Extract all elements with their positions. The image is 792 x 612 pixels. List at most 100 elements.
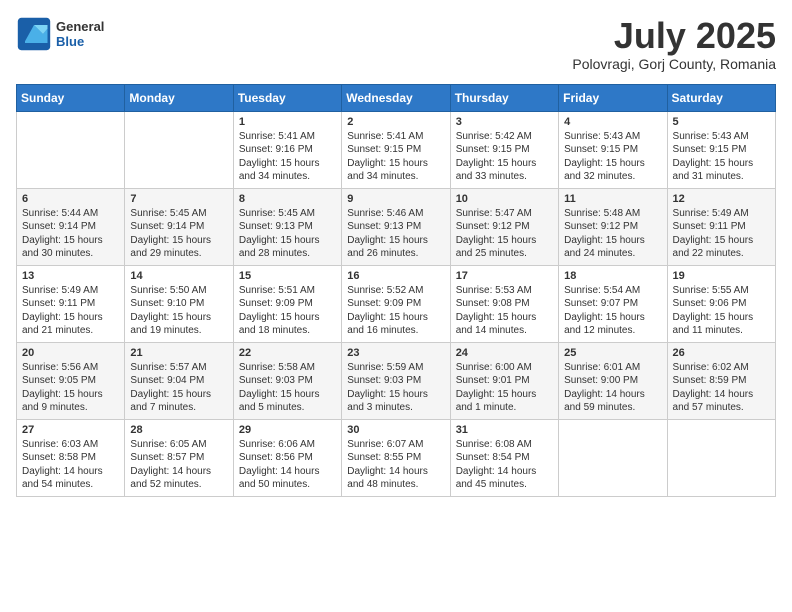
day-info: Sunrise: 6:08 AM Sunset: 8:54 PM Dayligh… <box>456 438 553 492</box>
day-info: Sunrise: 5:43 AM Sunset: 9:15 PM Dayligh… <box>673 130 770 184</box>
day-number: 1 <box>239 116 336 128</box>
calendar-cell: 23Sunrise: 5:59 AM Sunset: 9:03 PM Dayli… <box>342 342 450 419</box>
day-info: Sunrise: 5:54 AM Sunset: 9:07 PM Dayligh… <box>564 284 661 338</box>
day-number: 13 <box>22 270 119 282</box>
calendar-cell: 6 Sunrise: 5:44 AM Sunset: 9:14 PM Daylig… <box>17 188 125 265</box>
day-info: Sunrise: 5:41 AM Sunset: 9:15 PM Dayligh… <box>347 130 444 184</box>
logo-general-text: General <box>56 19 104 34</box>
day-info: Sunrise: 6:03 AM Sunset: 8:58 PM Dayligh… <box>22 438 119 492</box>
day-info: Sunrise: 5:49 AM Sunset: 9:11 PM Dayligh… <box>673 207 770 261</box>
month-year-title: July 2025 <box>572 16 776 56</box>
day-number: 22 <box>239 347 336 359</box>
calendar-cell: 11 Sunrise: 5:48 AM Sunset: 9:12 PM Dayli… <box>559 188 667 265</box>
weekday-header-row: SundayMondayTuesdayWednesdayThursdayFrid… <box>17 84 776 111</box>
day-info: Sunrise: 5:44 AM Sunset: 9:14 PM Dayligh… <box>22 207 119 261</box>
day-number: 14 <box>130 270 227 282</box>
calendar-cell: 21 Sunrise: 5:57 AM Sunset: 9:04 PM Dayli… <box>125 342 233 419</box>
day-info: Sunrise: 5:58 AM Sunset: 9:03 PM Dayligh… <box>239 361 336 415</box>
day-info: Sunrise: 6:05 AM Sunset: 8:57 PM Dayligh… <box>130 438 227 492</box>
day-number: 27 <box>22 424 119 436</box>
day-number: 17 <box>456 270 553 282</box>
calendar-cell: 4 Sunrise: 5:43 AM Sunset: 9:15 PM Daylig… <box>559 111 667 188</box>
day-number: 16 <box>347 270 444 282</box>
logo-text: General Blue <box>56 19 104 49</box>
logo-blue-text: Blue <box>56 34 104 49</box>
day-info: Sunrise: 5:51 AM Sunset: 9:09 PM Dayligh… <box>239 284 336 338</box>
day-info: Sunrise: 6:01 AM Sunset: 9:00 PM Dayligh… <box>564 361 661 415</box>
calendar-week-row: 6 Sunrise: 5:44 AM Sunset: 9:14 PM Daylig… <box>17 188 776 265</box>
day-info: Sunrise: 5:50 AM Sunset: 9:10 PM Dayligh… <box>130 284 227 338</box>
day-info: Sunrise: 5:46 AM Sunset: 9:13 PM Dayligh… <box>347 207 444 261</box>
calendar-cell: 17 Sunrise: 5:53 AM Sunset: 9:08 PM Dayli… <box>450 265 558 342</box>
calendar-cell <box>17 111 125 188</box>
day-info: Sunrise: 5:49 AM Sunset: 9:11 PM Dayligh… <box>22 284 119 338</box>
day-number: 9 <box>347 193 444 205</box>
calendar-cell <box>125 111 233 188</box>
day-number: 26 <box>673 347 770 359</box>
day-info: Sunrise: 6:07 AM Sunset: 8:55 PM Dayligh… <box>347 438 444 492</box>
day-number: 8 <box>239 193 336 205</box>
day-info: Sunrise: 5:48 AM Sunset: 9:12 PM Dayligh… <box>564 207 661 261</box>
logo-icon <box>16 16 52 52</box>
day-info: Sunrise: 5:45 AM Sunset: 9:13 PM Dayligh… <box>239 207 336 261</box>
day-number: 23 <box>347 347 444 359</box>
day-info: Sunrise: 5:56 AM Sunset: 9:05 PM Dayligh… <box>22 361 119 415</box>
calendar-cell: 20 Sunrise: 5:56 AM Sunset: 9:05 PM Dayli… <box>17 342 125 419</box>
day-number: 2 <box>347 116 444 128</box>
calendar-cell: 7 Sunrise: 5:45 AM Sunset: 9:14 PM Daylig… <box>125 188 233 265</box>
calendar-cell <box>559 419 667 496</box>
calendar-cell: 25 Sunrise: 6:01 AM Sunset: 9:00 PM Dayli… <box>559 342 667 419</box>
calendar-cell: 18Sunrise: 5:54 AM Sunset: 9:07 PM Dayli… <box>559 265 667 342</box>
weekday-header: Monday <box>125 84 233 111</box>
calendar-week-row: 20 Sunrise: 5:56 AM Sunset: 9:05 PM Dayli… <box>17 342 776 419</box>
calendar-cell: 14 Sunrise: 5:50 AM Sunset: 9:10 PM Dayli… <box>125 265 233 342</box>
calendar-cell: 27 Sunrise: 6:03 AM Sunset: 8:58 PM Dayli… <box>17 419 125 496</box>
day-info: Sunrise: 5:47 AM Sunset: 9:12 PM Dayligh… <box>456 207 553 261</box>
calendar-cell: 5Sunrise: 5:43 AM Sunset: 9:15 PM Daylig… <box>667 111 775 188</box>
calendar-cell: 29 Sunrise: 6:06 AM Sunset: 8:56 PM Dayli… <box>233 419 341 496</box>
calendar-cell: 13 Sunrise: 5:49 AM Sunset: 9:11 PM Dayli… <box>17 265 125 342</box>
title-block: July 2025 Polovragi, Gorj County, Romani… <box>572 16 776 72</box>
day-number: 28 <box>130 424 227 436</box>
calendar-cell: 31 Sunrise: 6:08 AM Sunset: 8:54 PM Dayli… <box>450 419 558 496</box>
day-number: 29 <box>239 424 336 436</box>
calendar-week-row: 1 Sunrise: 5:41 AM Sunset: 9:16 PM Daylig… <box>17 111 776 188</box>
calendar-cell: 2 Sunrise: 5:41 AM Sunset: 9:15 PM Daylig… <box>342 111 450 188</box>
calendar-cell: 16 Sunrise: 5:52 AM Sunset: 9:09 PM Dayli… <box>342 265 450 342</box>
calendar-cell: 15Sunrise: 5:51 AM Sunset: 9:09 PM Dayli… <box>233 265 341 342</box>
day-number: 20 <box>22 347 119 359</box>
day-number: 31 <box>456 424 553 436</box>
day-number: 25 <box>564 347 661 359</box>
day-info: Sunrise: 5:41 AM Sunset: 9:16 PM Dayligh… <box>239 130 336 184</box>
day-info: Sunrise: 5:55 AM Sunset: 9:06 PM Dayligh… <box>673 284 770 338</box>
calendar-cell: 22 Sunrise: 5:58 AM Sunset: 9:03 PM Dayli… <box>233 342 341 419</box>
day-info: Sunrise: 5:43 AM Sunset: 9:15 PM Dayligh… <box>564 130 661 184</box>
day-info: Sunrise: 5:57 AM Sunset: 9:04 PM Dayligh… <box>130 361 227 415</box>
weekday-header: Saturday <box>667 84 775 111</box>
calendar-cell <box>667 419 775 496</box>
day-info: Sunrise: 5:42 AM Sunset: 9:15 PM Dayligh… <box>456 130 553 184</box>
day-info: Sunrise: 5:53 AM Sunset: 9:08 PM Dayligh… <box>456 284 553 338</box>
day-number: 11 <box>564 193 661 205</box>
calendar-cell: 3Sunrise: 5:42 AM Sunset: 9:15 PM Daylig… <box>450 111 558 188</box>
day-number: 7 <box>130 193 227 205</box>
day-number: 19 <box>673 270 770 282</box>
day-number: 12 <box>673 193 770 205</box>
location-text: Polovragi, Gorj County, Romania <box>572 56 776 72</box>
day-info: Sunrise: 5:45 AM Sunset: 9:14 PM Dayligh… <box>130 207 227 261</box>
calendar-week-row: 13 Sunrise: 5:49 AM Sunset: 9:11 PM Dayli… <box>17 265 776 342</box>
day-number: 21 <box>130 347 227 359</box>
day-info: Sunrise: 6:06 AM Sunset: 8:56 PM Dayligh… <box>239 438 336 492</box>
day-info: Sunrise: 5:52 AM Sunset: 9:09 PM Dayligh… <box>347 284 444 338</box>
day-number: 30 <box>347 424 444 436</box>
weekday-header: Friday <box>559 84 667 111</box>
calendar-cell: 8 Sunrise: 5:45 AM Sunset: 9:13 PM Daylig… <box>233 188 341 265</box>
day-number: 24 <box>456 347 553 359</box>
calendar-week-row: 27 Sunrise: 6:03 AM Sunset: 8:58 PM Dayli… <box>17 419 776 496</box>
day-number: 6 <box>22 193 119 205</box>
calendar-cell: 9 Sunrise: 5:46 AM Sunset: 9:13 PM Daylig… <box>342 188 450 265</box>
day-info: Sunrise: 6:02 AM Sunset: 8:59 PM Dayligh… <box>673 361 770 415</box>
day-info: Sunrise: 6:00 AM Sunset: 9:01 PM Dayligh… <box>456 361 553 415</box>
day-number: 4 <box>564 116 661 128</box>
calendar-cell: 10Sunrise: 5:47 AM Sunset: 9:12 PM Dayli… <box>450 188 558 265</box>
